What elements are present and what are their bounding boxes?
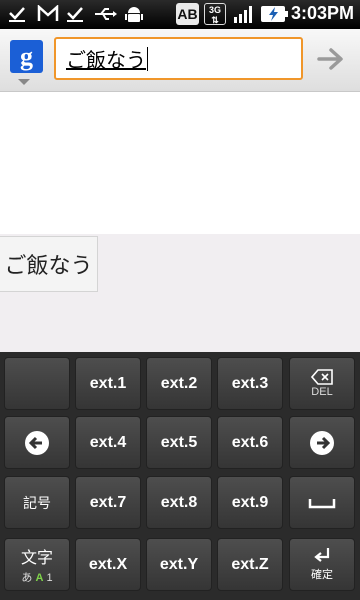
arrow-right-icon [310, 430, 334, 455]
confirm-key-label: 確定 [311, 569, 333, 581]
input-mode-key-label: 文字 [20, 548, 53, 567]
key-ext-2[interactable]: ext.2 [146, 357, 212, 410]
chevron-down-icon[interactable] [18, 79, 30, 85]
confirm-key[interactable]: 確定 [289, 538, 355, 591]
network-label: 3G [208, 5, 221, 15]
key-ext-3[interactable]: ext.3 [217, 357, 283, 410]
gmail-icon [36, 4, 60, 24]
search-go-button[interactable] [306, 37, 356, 80]
status-bar: AB 3G ⇅ 3:03PM [0, 0, 360, 29]
key-ext-1[interactable]: ext.1 [75, 357, 141, 410]
network-3g-icon: 3G ⇅ [204, 3, 226, 25]
download-done-icon [6, 4, 28, 24]
delete-key[interactable]: DEL [289, 357, 355, 410]
symbol-key-label: 記号 [23, 495, 51, 512]
input-mode-key[interactable]: 文字 あ A 1 [4, 538, 70, 591]
search-bar: g ご飯なう [0, 29, 360, 92]
key-ext-y[interactable]: ext.Y [146, 538, 212, 591]
space-key[interactable] [289, 476, 355, 529]
signal-strength-icon [232, 4, 256, 24]
key-ext-9[interactable]: ext.9 [217, 476, 283, 529]
text-caret [147, 46, 148, 71]
arrow-left-icon [25, 430, 49, 455]
candidate-item[interactable]: ご飯なう [0, 236, 98, 292]
candidate-panel: ご飯なう [0, 234, 360, 352]
delete-key-label: DEL [311, 386, 333, 398]
software-keyboard: ext.1 ext.2 ext.3 DEL ext.4 ext.5 ext.6 … [0, 352, 360, 600]
search-input[interactable]: ご飯なう [54, 37, 303, 80]
key-ext-4[interactable]: ext.4 [75, 416, 141, 469]
download-done-icon [64, 4, 86, 24]
backspace-icon [311, 369, 333, 385]
suggestion-area [0, 92, 360, 234]
cursor-left-key[interactable] [4, 416, 70, 469]
key-ext-6[interactable]: ext.6 [217, 416, 283, 469]
symbol-key[interactable]: 記号 [4, 476, 70, 529]
google-logo-icon[interactable]: g [10, 40, 43, 73]
key-ext-x[interactable]: ext.X [75, 538, 141, 591]
key-ext-8[interactable]: ext.8 [146, 476, 212, 529]
cursor-right-key[interactable] [289, 416, 355, 469]
space-icon [308, 498, 336, 508]
android-debug-icon [122, 4, 146, 24]
input-mode-indicator: あ A 1 [21, 572, 53, 584]
arrow-right-icon [317, 47, 343, 70]
clock: 3:03PM [290, 3, 354, 23]
key-blank[interactable] [4, 357, 70, 410]
battery-charging-icon [259, 4, 289, 24]
key-ext-z[interactable]: ext.Z [217, 538, 283, 591]
key-ext-5[interactable]: ext.5 [146, 416, 212, 469]
input-mode-icon: AB [176, 3, 199, 25]
enter-icon [314, 548, 330, 562]
key-ext-7[interactable]: ext.7 [75, 476, 141, 529]
usb-icon [92, 4, 118, 24]
search-query-text: ご飯なう [66, 48, 146, 72]
